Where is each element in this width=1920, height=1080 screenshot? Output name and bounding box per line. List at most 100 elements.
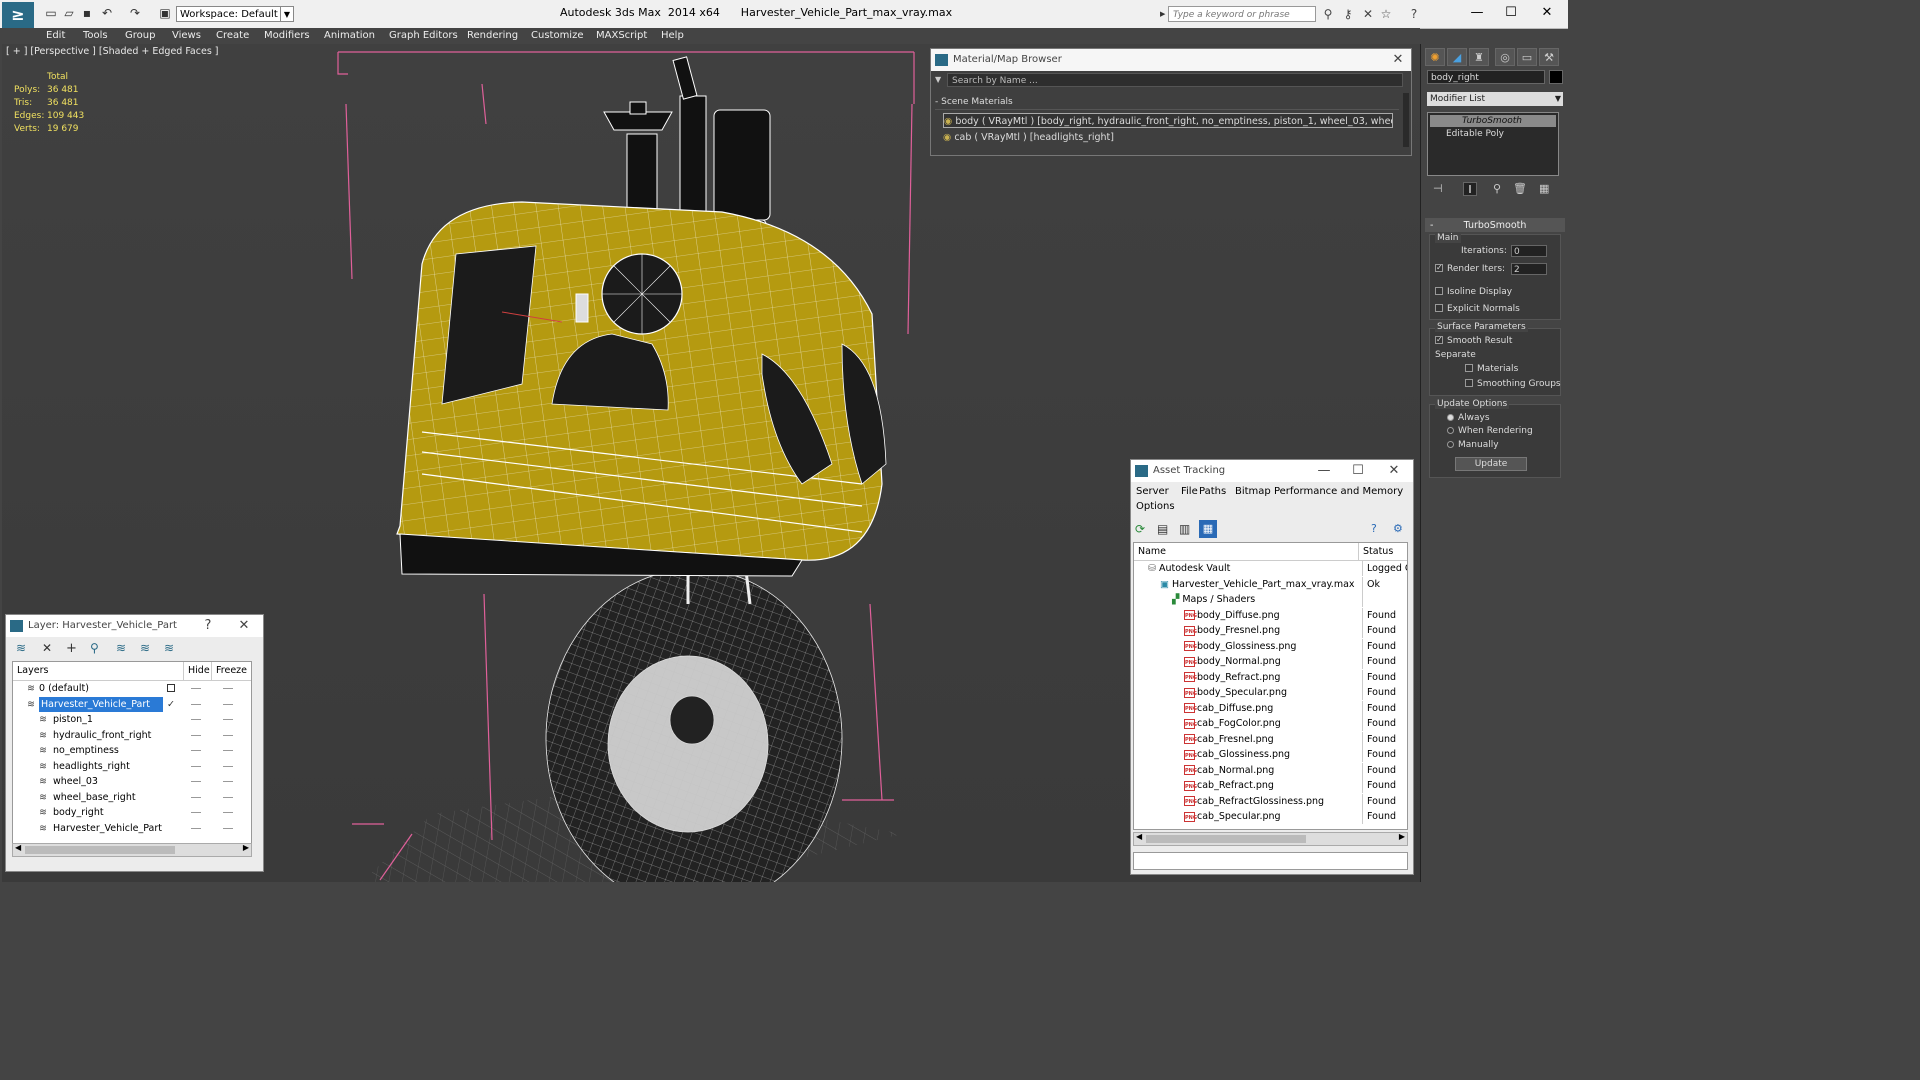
- asset-row[interactable]: PNGbody_Refract.png Found: [1136, 669, 1407, 686]
- layer-row[interactable]: ≋ no_emptiness: [13, 743, 249, 758]
- menu-create[interactable]: Create: [216, 28, 249, 44]
- menu-help[interactable]: Help: [661, 28, 684, 44]
- hide-toggle[interactable]: [191, 703, 201, 705]
- hide-toggle[interactable]: [191, 827, 201, 829]
- hide-toggle[interactable]: [191, 781, 201, 782]
- update-button[interactable]: Update: [1455, 457, 1527, 471]
- make-unique-icon[interactable]: ⚲: [1493, 182, 1501, 195]
- asset-row[interactable]: ▞ Maps / Shaders: [1136, 592, 1407, 608]
- show-end-result-icon[interactable]: Ⅰ: [1463, 182, 1477, 196]
- freeze-toggle[interactable]: [223, 781, 233, 782]
- asset-row[interactable]: PNGbody_Fresnel.png Found: [1136, 623, 1407, 639]
- create-tab-icon[interactable]: ✺: [1425, 48, 1445, 66]
- add-to-layer-icon[interactable]: +: [66, 641, 77, 656]
- menu-modifiers[interactable]: Modifiers: [264, 28, 310, 44]
- layer-row[interactable]: ≋ hydraulic_front_right: [13, 728, 249, 743]
- modifier-list-dropdown[interactable]: Modifier List ▼: [1427, 92, 1563, 106]
- asset-help-icon[interactable]: ?: [1371, 522, 1377, 535]
- material-browser-close-button[interactable]: ✕: [1389, 49, 1407, 71]
- highlight-layer-icon[interactable]: ≋: [116, 641, 126, 655]
- smoothing-groups-checkbox[interactable]: Smoothing Groups: [1465, 378, 1561, 389]
- explicit-normals-checkbox[interactable]: Explicit Normals: [1435, 303, 1520, 314]
- asset-row[interactable]: PNGcab_Specular.png Found: [1136, 809, 1407, 825]
- col-layers-header[interactable]: Layers: [17, 662, 48, 680]
- asset-close-button[interactable]: ✕: [1385, 460, 1403, 482]
- layer-row[interactable]: ≋ wheel_03: [13, 774, 249, 789]
- layer-row[interactable]: ≋ Harvester_Vehicle_Part ✓: [13, 696, 249, 712]
- hide-toggle[interactable]: [191, 734, 201, 736]
- asset-row[interactable]: PNGbody_Specular.png Found: [1136, 685, 1407, 701]
- workspace-dropdown[interactable]: Workspace: Default ▼: [176, 6, 294, 22]
- menu-maxscript[interactable]: MAXScript: [596, 28, 647, 44]
- redo-icon[interactable]: ↷: [128, 6, 142, 20]
- scroll-thumb[interactable]: [25, 846, 175, 854]
- material-item-body[interactable]: ◉ body ( VRayMtl ) [body_right, hydrauli…: [943, 113, 1393, 128]
- asset-tracking-titlebar[interactable]: Asset Tracking — ☐ ✕: [1131, 460, 1413, 482]
- scroll-left-icon[interactable]: ◀: [1136, 832, 1142, 841]
- key-icon[interactable]: ⚷: [1340, 6, 1356, 22]
- scene-materials-section[interactable]: - Scene Materials: [935, 95, 1399, 110]
- scroll-right-icon[interactable]: ▶: [243, 843, 249, 852]
- asset-row[interactable]: ⛁ Autodesk Vault Logged Ou: [1136, 561, 1407, 577]
- scroll-thumb[interactable]: [1146, 835, 1306, 843]
- asset-row[interactable]: PNGcab_Normal.png Found: [1136, 762, 1407, 779]
- scroll-right-icon[interactable]: ▶: [1399, 832, 1405, 841]
- favorites-star-icon[interactable]: ☆: [1378, 6, 1394, 22]
- asset-minimize-button[interactable]: —: [1315, 460, 1333, 482]
- hide-toggle[interactable]: [191, 796, 201, 798]
- create-layer-icon[interactable]: ≋: [16, 641, 26, 655]
- stack-item-editable-poly[interactable]: Editable Poly: [1430, 128, 1556, 140]
- freeze-all-icon[interactable]: ≋: [164, 641, 174, 655]
- asset-row[interactable]: PNGcab_RefractGlossiness.png Found: [1136, 793, 1407, 810]
- delete-layer-icon[interactable]: ✕: [42, 641, 52, 655]
- configure-modifier-sets-icon[interactable]: ▦: [1539, 182, 1549, 195]
- select-objects-icon[interactable]: ⚲: [90, 641, 99, 655]
- close-button[interactable]: ✕: [1532, 2, 1562, 24]
- asset-menu-options[interactable]: Options: [1136, 501, 1175, 512]
- freeze-toggle[interactable]: [223, 827, 233, 829]
- material-item-cab[interactable]: ◉ cab ( VRayMtl ) [headlights_right]: [943, 130, 1393, 145]
- menu-graph-editors[interactable]: Graph Editors: [389, 28, 458, 44]
- search-expand-icon[interactable]: ▶: [1160, 10, 1165, 18]
- material-search-input[interactable]: Search by Name ...: [947, 73, 1403, 87]
- asset-maximize-button[interactable]: ☐: [1349, 460, 1367, 482]
- menu-animation[interactable]: Animation: [324, 28, 375, 44]
- tree-view-icon[interactable]: ▥: [1179, 522, 1190, 536]
- layer-horizontal-scrollbar[interactable]: ◀ ▶: [12, 843, 252, 857]
- hierarchy-tab-icon[interactable]: ♜: [1469, 48, 1489, 66]
- freeze-toggle[interactable]: [223, 688, 233, 689]
- list-view-icon[interactable]: ▤: [1157, 522, 1168, 536]
- layer-row[interactable]: ≋ 0 (default): [13, 681, 249, 696]
- asset-row[interactable]: PNGbody_Normal.png Found: [1136, 654, 1407, 670]
- menu-tools[interactable]: Tools: [83, 28, 108, 44]
- layer-row[interactable]: ≋ headlights_right: [13, 759, 249, 774]
- asset-row[interactable]: PNGcab_Fresnel.png Found: [1136, 731, 1407, 748]
- scroll-left-icon[interactable]: ◀: [15, 843, 21, 852]
- hide-toggle[interactable]: [191, 765, 201, 767]
- utilities-tab-icon[interactable]: ⚒: [1539, 48, 1559, 66]
- app-logo-icon[interactable]: ≥: [2, 2, 34, 28]
- material-browser-titlebar[interactable]: Material/Map Browser ✕: [931, 49, 1411, 71]
- layer-row[interactable]: ≋ Harvester_Vehicle_Part: [13, 821, 249, 836]
- smooth-result-checkbox[interactable]: ✓ Smooth Result: [1435, 335, 1512, 346]
- manually-radio[interactable]: Manually: [1447, 440, 1499, 450]
- material-browser-scrollbar[interactable]: [1403, 93, 1409, 147]
- turbosmooth-rollout-header[interactable]: - TurboSmooth: [1425, 218, 1565, 232]
- layer-row[interactable]: ≋ piston_1: [13, 712, 249, 727]
- table-view-icon[interactable]: ▦: [1199, 520, 1217, 538]
- asset-path-field[interactable]: [1133, 852, 1408, 870]
- asset-row[interactable]: PNGcab_Refract.png Found: [1136, 778, 1407, 794]
- hide-all-icon[interactable]: ≋: [140, 641, 150, 655]
- motion-tab-icon[interactable]: ◎: [1495, 48, 1515, 66]
- iterations-spinner[interactable]: 0: [1511, 245, 1547, 257]
- col-freeze-header[interactable]: Freeze: [211, 662, 247, 680]
- object-name-field[interactable]: body_right: [1427, 70, 1545, 84]
- asset-row[interactable]: PNGcab_Diffuse.png Found: [1136, 700, 1407, 717]
- col-hide-header[interactable]: Hide: [183, 662, 210, 680]
- asset-row[interactable]: PNGcab_FogColor.png Found: [1136, 716, 1407, 732]
- layer-help-button[interactable]: ?: [199, 615, 217, 637]
- layer-close-button[interactable]: ✕: [235, 615, 253, 637]
- refresh-icon[interactable]: ⟳: [1135, 522, 1145, 536]
- always-radio[interactable]: Always: [1447, 413, 1490, 423]
- col-name-header[interactable]: Name: [1138, 543, 1166, 560]
